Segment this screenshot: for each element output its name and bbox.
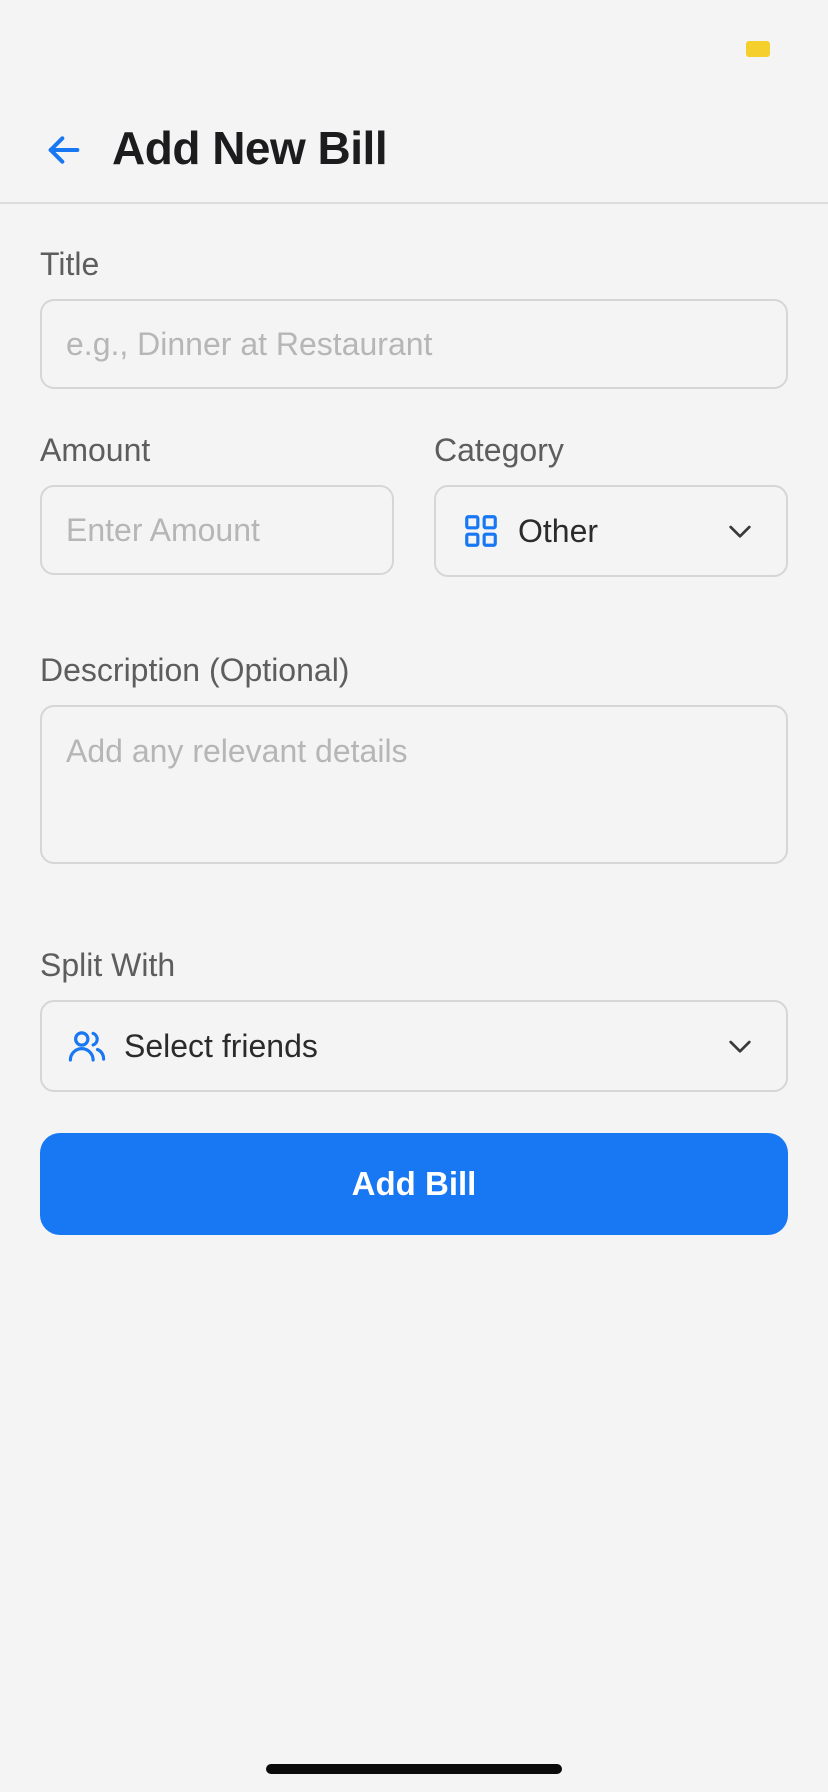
description-field	[40, 705, 788, 864]
grid-icon	[465, 515, 497, 547]
split-with-select[interactable]: Select friends	[40, 1000, 788, 1092]
description-input[interactable]	[42, 707, 786, 862]
amount-label: Amount	[40, 432, 151, 468]
amount-input[interactable]	[42, 487, 392, 573]
chevron-down-icon	[729, 1040, 751, 1053]
title-field	[40, 299, 788, 389]
split-with-label: Split With	[40, 947, 176, 983]
header: Add New Bill	[0, 92, 828, 204]
arrow-left-icon	[48, 136, 80, 164]
page-title: Add New Bill	[112, 122, 388, 174]
description-label: Description (Optional)	[40, 652, 350, 688]
split-with-value: Select friends	[124, 1027, 318, 1064]
users-icon	[68, 1031, 106, 1062]
title-label: Title	[40, 246, 100, 282]
category-value: Other	[518, 512, 599, 549]
back-button[interactable]	[36, 122, 92, 178]
amount-field	[40, 485, 394, 575]
category-label: Category	[434, 432, 564, 468]
home-indicator	[266, 1764, 562, 1774]
title-input[interactable]	[42, 301, 786, 387]
category-select[interactable]: Other	[434, 485, 788, 577]
status-indicator	[746, 41, 770, 57]
chevron-down-icon	[729, 525, 751, 538]
add-bill-button[interactable]: Add Bill	[40, 1133, 788, 1235]
